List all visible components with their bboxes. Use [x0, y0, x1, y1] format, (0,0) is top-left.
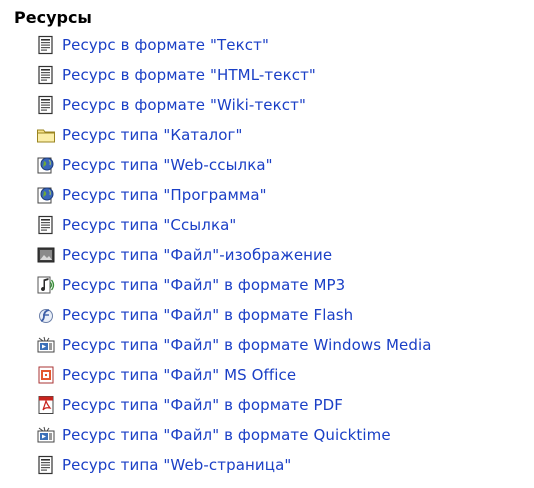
resource-link-file-ms-office[interactable]: Ресурс типа "Файл" MS Office — [62, 366, 296, 384]
list-item: Ресурс типа "Файл" в формате PDF — [36, 390, 528, 420]
resource-link-file-mp3[interactable]: Ресурс типа "Файл" в формате MP3 — [62, 276, 345, 294]
resource-link-catalog[interactable]: Ресурс типа "Каталог" — [62, 126, 243, 144]
list-item: Ресурс типа "Web-страница" — [36, 450, 528, 480]
list-item: Ресурс типа "Файл"-изображение — [36, 240, 528, 270]
text-document-icon — [36, 35, 56, 55]
resource-link-text[interactable]: Ресурс в формате "Текст" — [62, 36, 269, 54]
resource-list: Ресурс в формате "Текст" Ресурс в формат… — [12, 30, 528, 480]
list-item: Ресурс в формате "HTML-текст" — [36, 60, 528, 90]
list-item: Ресурс типа "Каталог" — [36, 120, 528, 150]
list-item: Ресурс типа "Ссылка" — [36, 210, 528, 240]
video-icon — [36, 425, 56, 445]
flash-icon — [36, 305, 56, 325]
resources-panel: Ресурсы Ресурс в формате "Текст" Ресурс … — [12, 6, 528, 480]
resource-link-program[interactable]: Ресурс типа "Программа" — [62, 186, 267, 204]
list-item: Ресурс в формате "Текст" — [36, 30, 528, 60]
text-document-icon — [36, 215, 56, 235]
globe-icon — [36, 185, 56, 205]
resource-link-web-page[interactable]: Ресурс типа "Web-страница" — [62, 456, 291, 474]
resource-link-file-pdf[interactable]: Ресурс типа "Файл" в формате PDF — [62, 396, 343, 414]
office-icon — [36, 365, 56, 385]
list-item: Ресурс типа "Файл" в формате MP3 — [36, 270, 528, 300]
pdf-icon — [36, 395, 56, 415]
resource-link-wiki-text[interactable]: Ресурс в формате "Wiki-текст" — [62, 96, 306, 114]
resource-link-file-quicktime[interactable]: Ресурс типа "Файл" в формате Quicktime — [62, 426, 391, 444]
resource-link-web-link[interactable]: Ресурс типа "Web-ссылка" — [62, 156, 273, 174]
globe-icon — [36, 155, 56, 175]
list-item: Ресурс в формате "Wiki-текст" — [36, 90, 528, 120]
text-document-icon — [36, 65, 56, 85]
folder-icon — [36, 125, 56, 145]
resource-link-html-text[interactable]: Ресурс в формате "HTML-текст" — [62, 66, 316, 84]
image-icon — [36, 245, 56, 265]
list-item: Ресурс типа "Web-ссылка" — [36, 150, 528, 180]
section-title: Ресурсы — [14, 8, 92, 27]
list-item: Ресурс типа "Файл" в формате Flash — [36, 300, 528, 330]
text-document-icon — [36, 95, 56, 115]
list-item: Ресурс типа "Файл" в формате Quicktime — [36, 420, 528, 450]
resource-link-file-flash[interactable]: Ресурс типа "Файл" в формате Flash — [62, 306, 353, 324]
resource-link-file-image[interactable]: Ресурс типа "Файл"-изображение — [62, 246, 332, 264]
video-icon — [36, 335, 56, 355]
audio-icon — [36, 275, 56, 295]
list-item: Ресурс типа "Программа" — [36, 180, 528, 210]
list-item: Ресурс типа "Файл" MS Office — [36, 360, 528, 390]
resource-link-reference[interactable]: Ресурс типа "Ссылка" — [62, 216, 236, 234]
resource-link-file-windows-media[interactable]: Ресурс типа "Файл" в формате Windows Med… — [62, 336, 432, 354]
list-item: Ресурс типа "Файл" в формате Windows Med… — [36, 330, 528, 360]
text-document-icon — [36, 455, 56, 475]
